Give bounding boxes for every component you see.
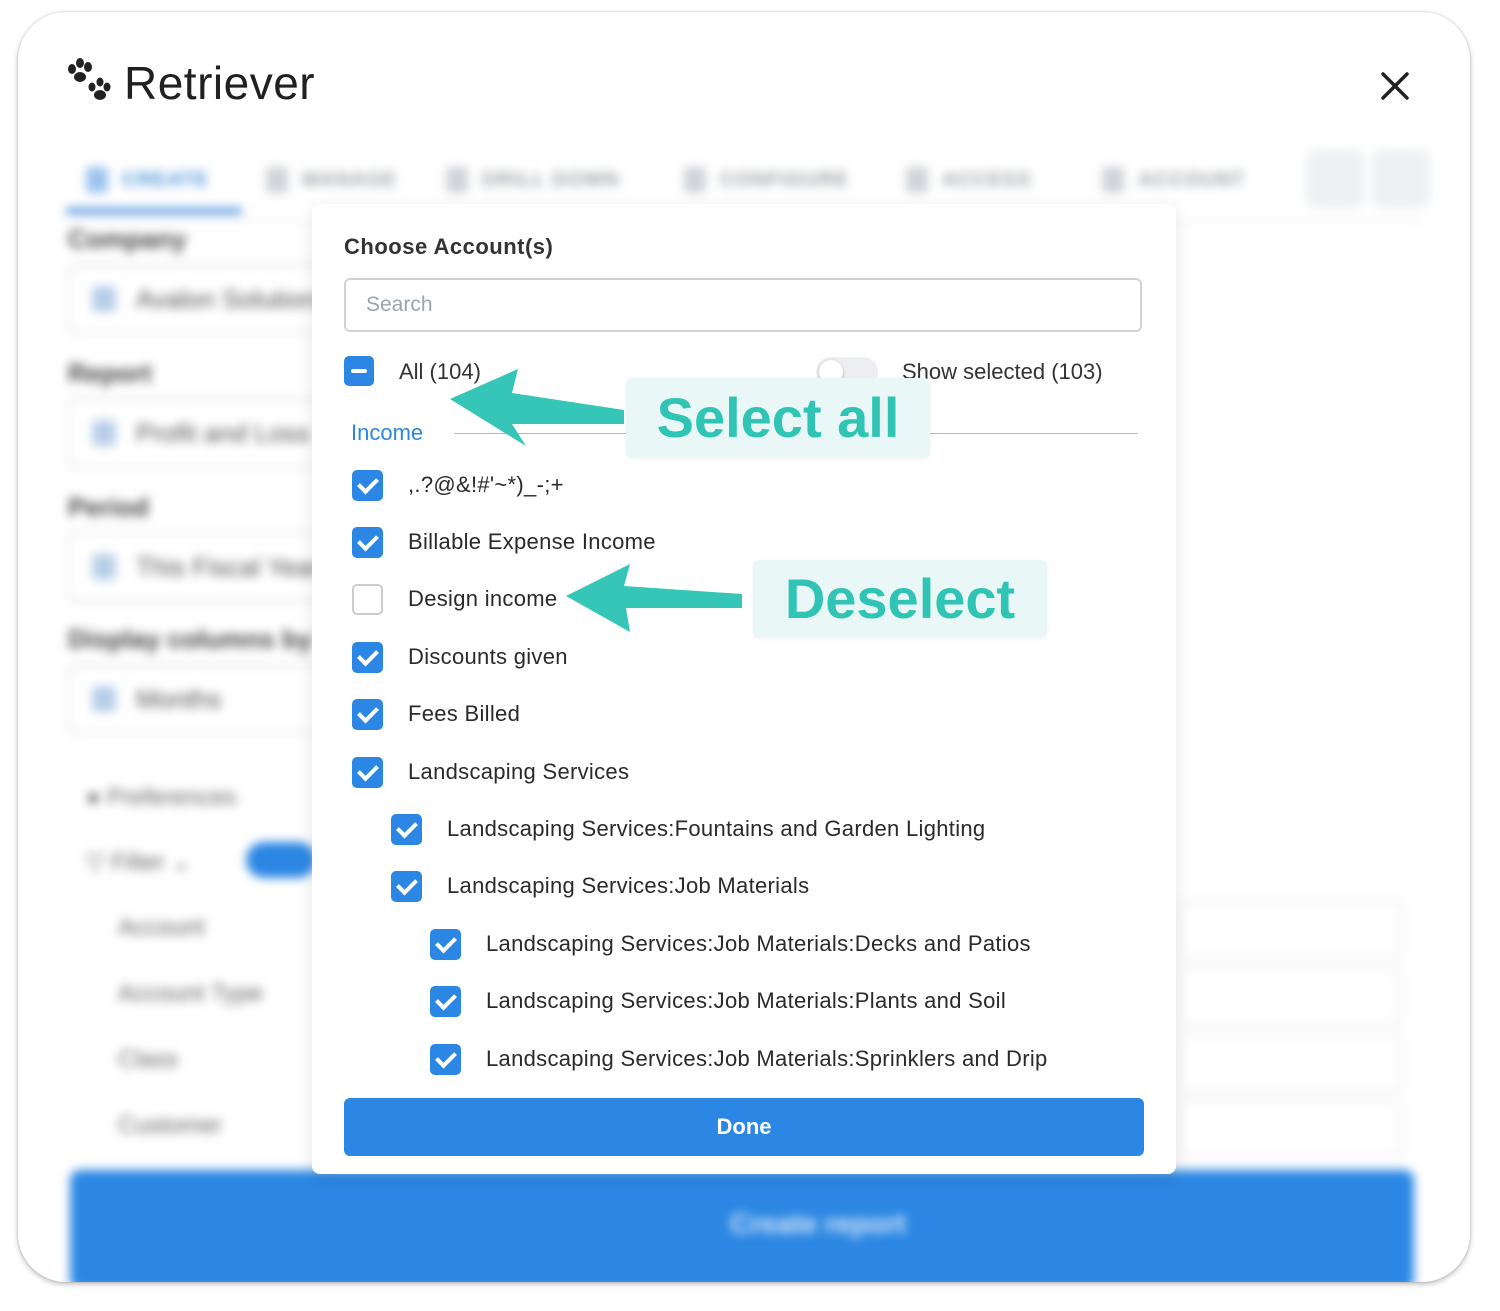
app-logo: Retriever [64, 56, 315, 110]
choose-accounts-dialog: Choose Account(s) All (104) Show selecte… [312, 204, 1176, 1174]
checkbox[interactable] [391, 870, 422, 902]
item-label: ,.?@&!#'~*)_-;+ [408, 472, 564, 497]
bg-label: Report [68, 358, 152, 388]
deselect-callout: Deselect [753, 560, 1047, 638]
checkbox[interactable] [430, 1043, 461, 1075]
bg-label: Period [68, 492, 149, 522]
tab-access: ACCESS [906, 164, 1031, 196]
tab-create: CREATE [86, 164, 209, 196]
item-label: Discounts given [408, 644, 568, 669]
bg-label: Display columns by [68, 624, 313, 654]
checkbox[interactable] [352, 698, 383, 730]
select-all-checkbox[interactable] [344, 356, 374, 386]
item-label: Landscaping Services:Fountains and Garde… [447, 816, 986, 841]
tab-manage: MANAGE [266, 164, 397, 196]
done-button[interactable]: Done [344, 1098, 1144, 1156]
bg-row [1178, 900, 1402, 960]
checkbox[interactable] [391, 813, 422, 845]
paw-icon [68, 58, 111, 100]
checkbox[interactable] [352, 756, 383, 788]
tab-configure: CONFIGURE [684, 164, 849, 196]
edit-icon [1372, 150, 1430, 208]
tab-drill-down: DRILL DOWN [446, 164, 619, 196]
checkbox[interactable] [430, 985, 461, 1017]
bg-create-report-button: Create report [70, 1170, 1414, 1282]
bg-row [1178, 966, 1402, 1026]
item-label: Landscaping Services:Job Materials:Plant… [486, 988, 1007, 1013]
list-item[interactable]: Landscaping Services:Job Materials:Decks… [430, 926, 1031, 962]
tab-account: ACCOUNT [1102, 164, 1245, 196]
list-item[interactable]: Landscaping Services:Job Materials:Sprin… [430, 1041, 1048, 1077]
bg-row [1178, 1098, 1402, 1158]
bg-sub: Class [118, 1046, 179, 1073]
list-item[interactable]: Billable Expense Income [352, 524, 656, 560]
checkbox[interactable] [430, 928, 461, 960]
search-input[interactable] [344, 278, 1142, 332]
close-icon[interactable] [1373, 64, 1417, 108]
bg-row [1178, 1032, 1402, 1092]
select-all-label: All (104) [399, 359, 481, 384]
tab-underline [66, 208, 242, 214]
item-label: Landscaping Services:Job Materials [447, 873, 810, 898]
bg-pill [246, 842, 316, 878]
bg-sub: Account Type [118, 980, 263, 1007]
list-item[interactable]: ,.?@&!#'~*)_-;+ [352, 467, 564, 503]
item-label: Billable Expense Income [408, 529, 656, 554]
bg-sub: Customer [118, 1112, 223, 1139]
group-label-income: Income [351, 420, 424, 445]
checkbox[interactable] [352, 641, 383, 673]
checkbox[interactable] [352, 469, 383, 501]
select-all-callout: Select all [626, 378, 930, 458]
checkbox[interactable] [352, 526, 383, 558]
list-item[interactable]: Landscaping Services:Fountains and Garde… [391, 811, 985, 847]
list-item[interactable]: Landscaping Services:Job Materials:Plant… [430, 983, 1006, 1019]
checkbox[interactable] [352, 583, 383, 615]
list-item[interactable]: Design income [352, 581, 557, 617]
item-label: Fees Billed [408, 701, 521, 726]
item-label: Landscaping Services:Job Materials:Sprin… [486, 1046, 1048, 1071]
account-list[interactable]: ,.?@&!#'~*)_-;+ Billable Expense Income … [312, 454, 1176, 1078]
show-selected-label: Show selected (103) [902, 359, 1103, 384]
item-label: Design income [408, 586, 558, 611]
list-item[interactable]: Landscaping Services:Job Materials [391, 868, 809, 904]
bg-filter: ▽ Filter ⌄ [86, 849, 192, 876]
list-item[interactable]: Fees Billed [352, 696, 520, 732]
item-label: Landscaping Services [408, 759, 630, 784]
list-item[interactable]: Landscaping Services [352, 754, 629, 790]
app-name: Retriever [124, 57, 316, 109]
bg-sub: Account [118, 914, 205, 941]
refresh-icon [1306, 150, 1364, 208]
item-label: Landscaping Services:Job Materials:Decks… [486, 931, 1031, 956]
app-window: CREATE MANAGE DRILL DOWN CONFIGURE ACCES… [18, 12, 1470, 1282]
list-item[interactable]: Discounts given [352, 639, 568, 675]
dialog-title: Choose Account(s) [344, 234, 554, 259]
bg-label: Company [68, 224, 187, 254]
bg-preferences: ● Preferences [86, 784, 237, 811]
